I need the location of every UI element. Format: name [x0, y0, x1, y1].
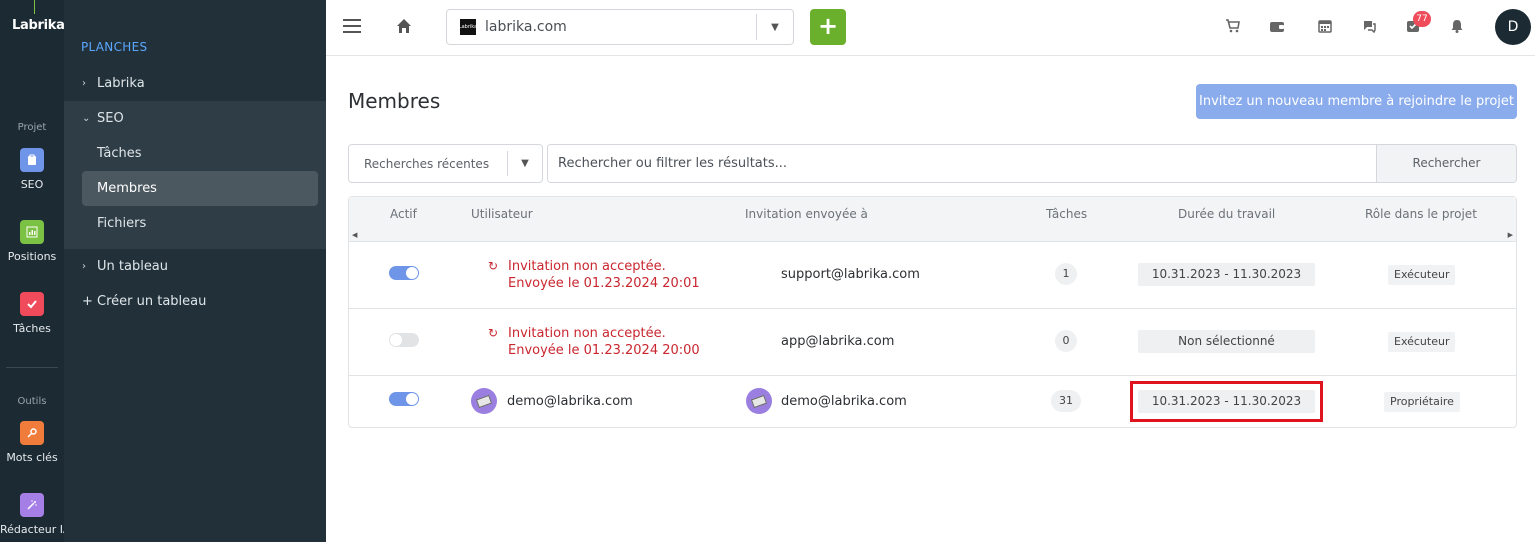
notification-badge: 77 [1413, 11, 1431, 27]
board-item-seo[interactable]: ⌄ SEO [82, 101, 318, 136]
section-label-tools: Outils [17, 396, 47, 407]
table-row: ↻ Invitation non acceptée. Envoyée le 01… [349, 309, 1516, 376]
sidebar-item-files[interactable]: Fichiers [82, 206, 318, 241]
column-header-active[interactable]: Actif [390, 207, 417, 221]
task-count: 0 [1055, 330, 1077, 352]
board-label: Labrika [97, 76, 145, 91]
search-bar: Rechercher [547, 144, 1517, 183]
user-avatar[interactable]: D [1495, 9, 1531, 45]
sidebar-item-members[interactable]: Membres [82, 171, 318, 206]
recent-searches-label: Recherches récentes [364, 156, 490, 171]
table-row: ↻ Invitation non acceptée. Envoyée le 01… [349, 242, 1516, 309]
user-avatar [746, 388, 772, 414]
site-select-value: labrika.com [485, 19, 567, 35]
rail-item-positions[interactable]: Positions [0, 220, 64, 263]
active-toggle[interactable] [389, 333, 419, 347]
status-sent-date: Envoyée le 01.23.2024 20:00 [508, 343, 700, 358]
highlight-box [1130, 381, 1323, 422]
board-label: Un tableau [97, 259, 169, 274]
pending-icon: ↻ [488, 259, 499, 273]
recent-searches-select[interactable]: Recherches récentes ▼ [348, 144, 543, 183]
add-button[interactable]: + [810, 9, 846, 45]
scroll-right-arrow-icon[interactable]: ▶ [1508, 231, 1513, 239]
status-line: Invitation non acceptée. [508, 326, 666, 341]
user-email: demo@labrika.com [507, 394, 633, 409]
column-header-user[interactable]: Utilisateur [471, 207, 533, 221]
home-icon[interactable] [395, 17, 413, 35]
rail-item-ai-writer[interactable]: Rédacteur IA [0, 493, 71, 536]
chevron-right-icon: › [82, 78, 86, 89]
calendar-icon[interactable] [1316, 17, 1334, 35]
task-count: 1 [1055, 263, 1077, 285]
column-header-role[interactable]: Rôle dans le projet [1365, 207, 1477, 221]
rail-item-label: Mots clés [6, 451, 58, 464]
scroll-left-arrow-icon[interactable]: ◀ [352, 231, 357, 239]
column-header-tasks[interactable]: Tâches [1046, 207, 1087, 221]
site-select[interactable]: Labrika labrika.com ▼ [446, 9, 794, 45]
role-badge[interactable]: Exécuteur [1388, 332, 1456, 352]
site-favicon: Labrika [459, 19, 477, 35]
task-count: 31 [1051, 390, 1081, 412]
board-label: SEO [97, 111, 124, 126]
invited-email: support@labrika.com [781, 267, 920, 282]
invitation-status: ↻ Invitation non acceptée. Envoyée le 01… [488, 325, 700, 359]
boards-sidebar: PLANCHES › Labrika ⌄ SEO Tâches Membres … [64, 0, 326, 542]
rail-divider [6, 367, 58, 368]
rail-item-label: Tâches [13, 322, 51, 335]
chart-icon [20, 220, 44, 244]
work-duration[interactable]: 10.31.2023 - 11.30.2023 [1138, 263, 1315, 286]
invite-member-button[interactable]: Invitez un nouveau membre à rejoindre le… [1196, 84, 1517, 119]
sidebar-item-tasks[interactable]: Tâches [82, 136, 318, 171]
menu-icon[interactable] [343, 19, 361, 33]
status-sent-date: Envoyée le 01.23.2024 20:01 [508, 276, 700, 291]
logo-text: Labrika [12, 18, 65, 33]
page-title: Membres [348, 89, 441, 113]
invited-email: app@labrika.com [781, 334, 895, 349]
chat-icon[interactable] [1360, 17, 1378, 35]
chevron-down-icon: ⌄ [82, 113, 91, 124]
rail-item-tasks[interactable]: Tâches [0, 292, 64, 335]
board-item-un-tableau[interactable]: › Un tableau [82, 249, 318, 284]
chevron-right-icon: › [82, 261, 86, 272]
logo-accent [34, 0, 35, 14]
board-item-labrika[interactable]: › Labrika [82, 66, 318, 101]
top-bar: Labrika labrika.com ▼ + 77 D [326, 0, 1535, 56]
rail-item-keywords[interactable]: Mots clés [0, 421, 64, 464]
user-avatar [471, 388, 497, 414]
active-toggle[interactable] [389, 266, 419, 280]
search-input[interactable] [548, 145, 1376, 182]
pending-icon: ↻ [488, 326, 499, 340]
rail-item-label: Rédacteur IA [0, 523, 71, 536]
create-board-link[interactable]: + Créer un tableau [82, 284, 318, 319]
column-header-duration[interactable]: Durée du travail [1178, 207, 1275, 221]
rail-item-seo[interactable]: SEO [0, 148, 64, 191]
table-header: Actif Utilisateur Invitation envoyée à T… [349, 197, 1516, 242]
rail-item-label: SEO [20, 178, 44, 191]
sidebar-title: PLANCHES [81, 40, 148, 54]
role-badge[interactable]: Exécuteur [1388, 265, 1456, 285]
invited-email: demo@labrika.com [781, 394, 907, 409]
invitation-status: ↻ Invitation non acceptée. Envoyée le 01… [488, 258, 700, 292]
logo[interactable]: Labrika [0, 0, 65, 56]
section-label-project: Projet [17, 122, 47, 133]
table-row: demo@labrika.com demo@labrika.com 31 10.… [349, 376, 1516, 428]
role-badge[interactable]: Propriétaire [1384, 392, 1460, 412]
column-header-invited-to[interactable]: Invitation envoyée à [745, 207, 868, 221]
cart-icon[interactable] [1224, 17, 1242, 35]
caret-down-icon[interactable]: ▼ [508, 158, 542, 169]
magic-wand-icon [20, 493, 44, 517]
caret-down-icon[interactable]: ▼ [757, 22, 793, 33]
work-duration[interactable]: Non sélectionné [1138, 330, 1315, 353]
search-button[interactable]: Rechercher [1376, 145, 1516, 182]
wallet-icon[interactable] [1268, 17, 1286, 35]
members-table: Actif Utilisateur Invitation envoyée à T… [348, 196, 1517, 428]
active-toggle[interactable] [389, 392, 419, 406]
key-icon [20, 421, 44, 445]
rail-item-label: Positions [7, 250, 57, 263]
clipboard-icon [20, 148, 44, 172]
check-icon [20, 292, 44, 316]
app-rail: Labrika Projet SEO Positions Tâches Outi… [0, 0, 71, 542]
bell-icon[interactable] [1448, 17, 1466, 35]
status-line: Invitation non acceptée. [508, 259, 666, 274]
